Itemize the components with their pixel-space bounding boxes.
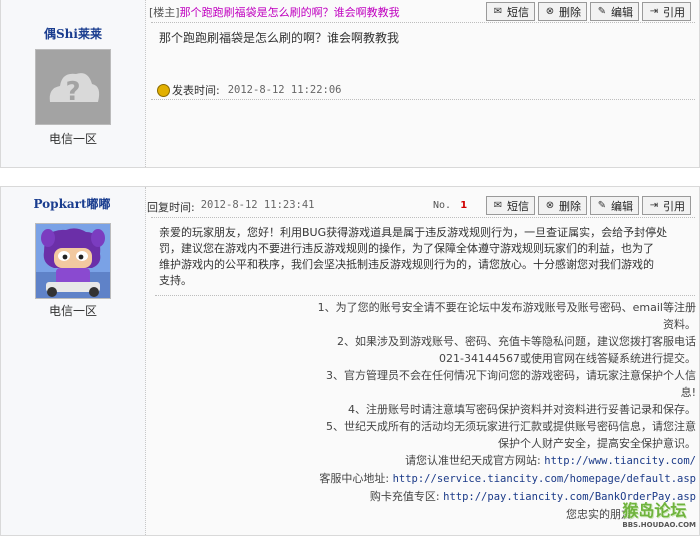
post-2-toolbar: ✉ 短信 ⊗ 删除 ✎ 编辑 ⇥ 引用 xyxy=(486,196,691,215)
popkart-character-icon xyxy=(36,224,110,298)
service-center-link[interactable]: http://service.tiancity.com/homepage/def… xyxy=(393,473,696,485)
edit-button[interactable]: ✎ 编辑 xyxy=(590,2,639,21)
divider xyxy=(151,99,695,100)
floor-number: No. 1 xyxy=(433,200,467,211)
notice-line: 4、注册账号时请注意填写密码保护资料并对资料进行妥善记录和保存。 xyxy=(348,403,696,416)
reply-line: 罚，建议您在游戏内不要进行违反游戏规则的操作，为了保障全体遵守游戏规则玩家们的利… xyxy=(159,242,654,255)
delete-button[interactable]: ⊗ 删除 xyxy=(538,196,587,215)
svg-text:?: ? xyxy=(65,77,80,107)
pay-zone-label: 购卡充值专区: xyxy=(369,490,440,503)
sms-label: 短信 xyxy=(507,5,529,19)
edit-label: 编辑 xyxy=(611,5,633,19)
post-1-author-panel: 偶Shi莱莱 ? 电信一区 xyxy=(1,0,146,167)
service-center-line: 客服中心地址: http://service.tiancity.com/home… xyxy=(161,470,696,488)
official-site-label: 请您认准世纪天成官方网站: xyxy=(405,454,541,467)
post-2-region: 电信一区 xyxy=(48,304,97,318)
notice-line: 2、如果涉及到游戏账号、密码、充值卡等隐私问题，建议您拨打客服电话 xyxy=(337,335,696,348)
post-1-content: [楼主]那个跑跑刷福袋是怎么刷的啊？谁会啊教教我 ✉ 短信 ⊗ 删除 ✎ 编辑 ⇥ 引用… xyxy=(147,0,699,167)
envelope-icon: ✉ xyxy=(493,199,503,211)
post-1-username[interactable]: 偶Shi莱莱 xyxy=(1,25,145,42)
pay-zone-line: 购卡充值专区: http://pay.tiancity.com/BankOrde… xyxy=(161,488,696,506)
post-1-body: 那个跑跑刷福袋是怎么刷的啊？谁会啊教教我 xyxy=(159,31,400,45)
notice-line: 021-34144567或使用官网在线答疑系统进行提交。 xyxy=(439,352,696,365)
reply-body: 亲爱的玩家朋友，您好！利用BUG获得游戏道具是属于违反游戏规则行为，一旦查证属实… xyxy=(159,225,695,289)
post-2: Popkart嘟嘟 电信一区 回复时间: 2012-8-12 11:23:41 … xyxy=(0,186,700,536)
post-1-avatar[interactable]: ? xyxy=(35,49,111,125)
official-site-link[interactable]: http://www.tiancity.com/ xyxy=(544,455,696,467)
edit-button[interactable]: ✎ 编辑 xyxy=(590,196,639,215)
quote-button[interactable]: ⇥ 引用 xyxy=(642,2,691,21)
edit-icon: ✎ xyxy=(597,5,607,17)
notice-line: 3、官方管理员不会在任何情况下询问您的游戏密码，请玩家注意保护个人信 xyxy=(326,369,696,382)
site-watermark: 猴岛论坛 BBS.HOUDAO.COM xyxy=(622,497,696,529)
official-notice: 1、为了您的账号安全请不要在论坛中发布游戏账号及账号密码、email等注册 资料… xyxy=(161,299,696,523)
post-1-toolbar: ✉ 短信 ⊗ 删除 ✎ 编辑 ⇥ 引用 xyxy=(486,2,691,21)
post-2-author-panel: Popkart嘟嘟 电信一区 xyxy=(1,187,146,535)
post-time-value: 2012-8-12 11:22:06 xyxy=(227,84,342,96)
post-1-timestamp: 发表时间: 2012-8-12 11:22:06 xyxy=(157,82,342,98)
notice-line: 息! xyxy=(680,386,696,399)
divider xyxy=(151,22,695,23)
post-2-avatar[interactable] xyxy=(35,223,111,299)
signature: 您忠实的朋友- xyxy=(566,508,636,521)
edit-icon: ✎ xyxy=(597,199,607,211)
sms-button[interactable]: ✉ 短信 xyxy=(486,196,535,215)
floor-label: No. xyxy=(433,200,452,211)
op-tag: [楼主] xyxy=(149,6,180,19)
post-1-subject[interactable]: 那个跑跑刷福袋是怎么刷的啊？谁会啊教教我 xyxy=(180,6,400,19)
post-1-region: 电信一区 xyxy=(48,132,97,146)
quote-icon: ⇥ xyxy=(649,5,659,17)
watermark-sub: BBS.HOUDAO.COM xyxy=(622,521,696,529)
edit-label: 编辑 xyxy=(611,199,633,213)
reply-line: 维护游戏内的公平和秩序，我们会坚决抵制违反游戏规则行为的，请您放心。十分感谢您对… xyxy=(159,258,654,271)
notice-line: 保护个人财产安全，提高安全保护意识。 xyxy=(498,437,696,450)
post-1-header: [楼主]那个跑跑刷福袋是怎么刷的啊？谁会啊教教我 xyxy=(149,4,400,20)
reply-time-label: 回复时间: xyxy=(147,201,195,214)
quote-label: 引用 xyxy=(663,5,685,19)
post-1: 偶Shi莱莱 ? 电信一区 [楼主]那个跑跑刷福袋是怎么刷的啊？谁会啊教教我 ✉… xyxy=(0,0,700,168)
sms-label: 短信 xyxy=(507,199,529,213)
reply-line: 支持。 xyxy=(159,274,192,287)
service-center-label: 客服中心地址: xyxy=(319,472,390,485)
notice-line: 5、世纪天成所有的活动均无须玩家进行汇款或提供账号密码信息，请您注意 xyxy=(326,420,696,433)
delete-button[interactable]: ⊗ 删除 xyxy=(538,2,587,21)
post-time-label: 发表时间: xyxy=(172,84,220,97)
quote-button[interactable]: ⇥ 引用 xyxy=(642,196,691,215)
notice-line: 1、为了您的账号安全请不要在论坛中发布游戏账号及账号密码、email等注册 xyxy=(317,301,696,314)
clock-icon xyxy=(157,83,170,97)
delete-label: 删除 xyxy=(559,5,581,19)
quote-label: 引用 xyxy=(663,199,685,213)
post-2-username[interactable]: Popkart嘟嘟 xyxy=(17,195,127,212)
notice-line: 资料。 xyxy=(663,318,696,331)
divider xyxy=(155,295,695,296)
reply-time-value: 2012-8-12 11:23:41 xyxy=(200,199,315,211)
delete-label: 删除 xyxy=(559,199,581,213)
default-avatar-icon: ? xyxy=(36,50,110,124)
floor-value: 1 xyxy=(460,200,468,211)
delete-icon: ⊗ xyxy=(545,5,555,17)
reply-line: 亲爱的玩家朋友，您好！利用BUG获得游戏道具是属于违反游戏规则行为，一旦查证属实… xyxy=(159,226,668,239)
reply-time: 回复时间: 2012-8-12 11:23:41 xyxy=(147,199,315,215)
official-site-line: 请您认准世纪天成官方网站: http://www.tiancity.com/ xyxy=(161,452,696,470)
watermark-text: 猴岛论坛 xyxy=(622,501,687,520)
envelope-icon: ✉ xyxy=(493,5,503,17)
divider xyxy=(151,217,695,218)
quote-icon: ⇥ xyxy=(649,199,659,211)
sms-button[interactable]: ✉ 短信 xyxy=(486,2,535,21)
delete-icon: ⊗ xyxy=(545,199,555,211)
